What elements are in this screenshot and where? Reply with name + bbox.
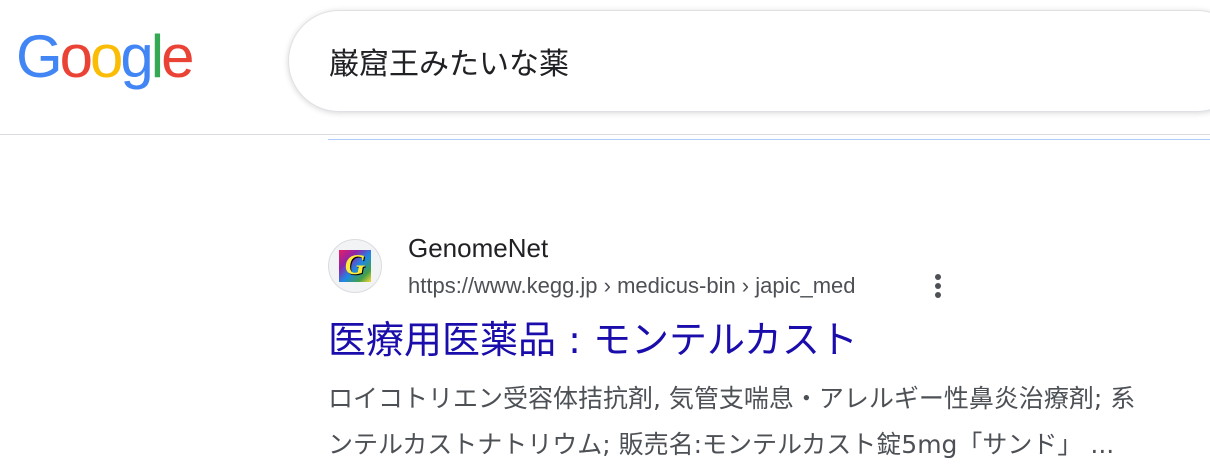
site-favicon-container[interactable]: G [328, 239, 382, 293]
search-box[interactable] [288, 10, 1210, 112]
logo-letter: e [161, 23, 194, 90]
result-snippet: ロイコトリエン受容体拮抗剤, 気管支喘息・アレルギー性鼻炎治療剤; 系 ンテルカ… [328, 376, 1210, 468]
site-url-breadcrumb[interactable]: https://www.kegg.jp › medicus-bin › japi… [408, 272, 856, 300]
search-input[interactable] [329, 37, 1209, 85]
header: Google [0, 0, 1210, 135]
genomenet-favicon-icon: G [339, 250, 371, 282]
logo-letter: o [59, 23, 93, 90]
vertical-ellipsis-icon[interactable] [924, 268, 952, 304]
snippet-line: ロイコトリエン受容体拮抗剤, 気管支喘息・アレルギー性鼻炎治療剤; 系 [328, 384, 1136, 413]
google-logo[interactable]: Google [16, 22, 195, 92]
snippet-line: ンテルカストナトリウム; 販売名:モンテルカスト錠5mg「サンド」 ... [328, 430, 1115, 459]
logo-letter: G [16, 23, 63, 90]
result-title-link[interactable]: 医療用医薬品 : モンテルカスト [328, 316, 858, 364]
tabs-divider [328, 139, 1210, 140]
favicon-letter: G [344, 250, 366, 281]
logo-letter: l [150, 23, 164, 90]
logo-letter: g [120, 23, 153, 90]
logo-letter: o [90, 23, 123, 90]
site-name[interactable]: GenomeNet [408, 232, 548, 264]
